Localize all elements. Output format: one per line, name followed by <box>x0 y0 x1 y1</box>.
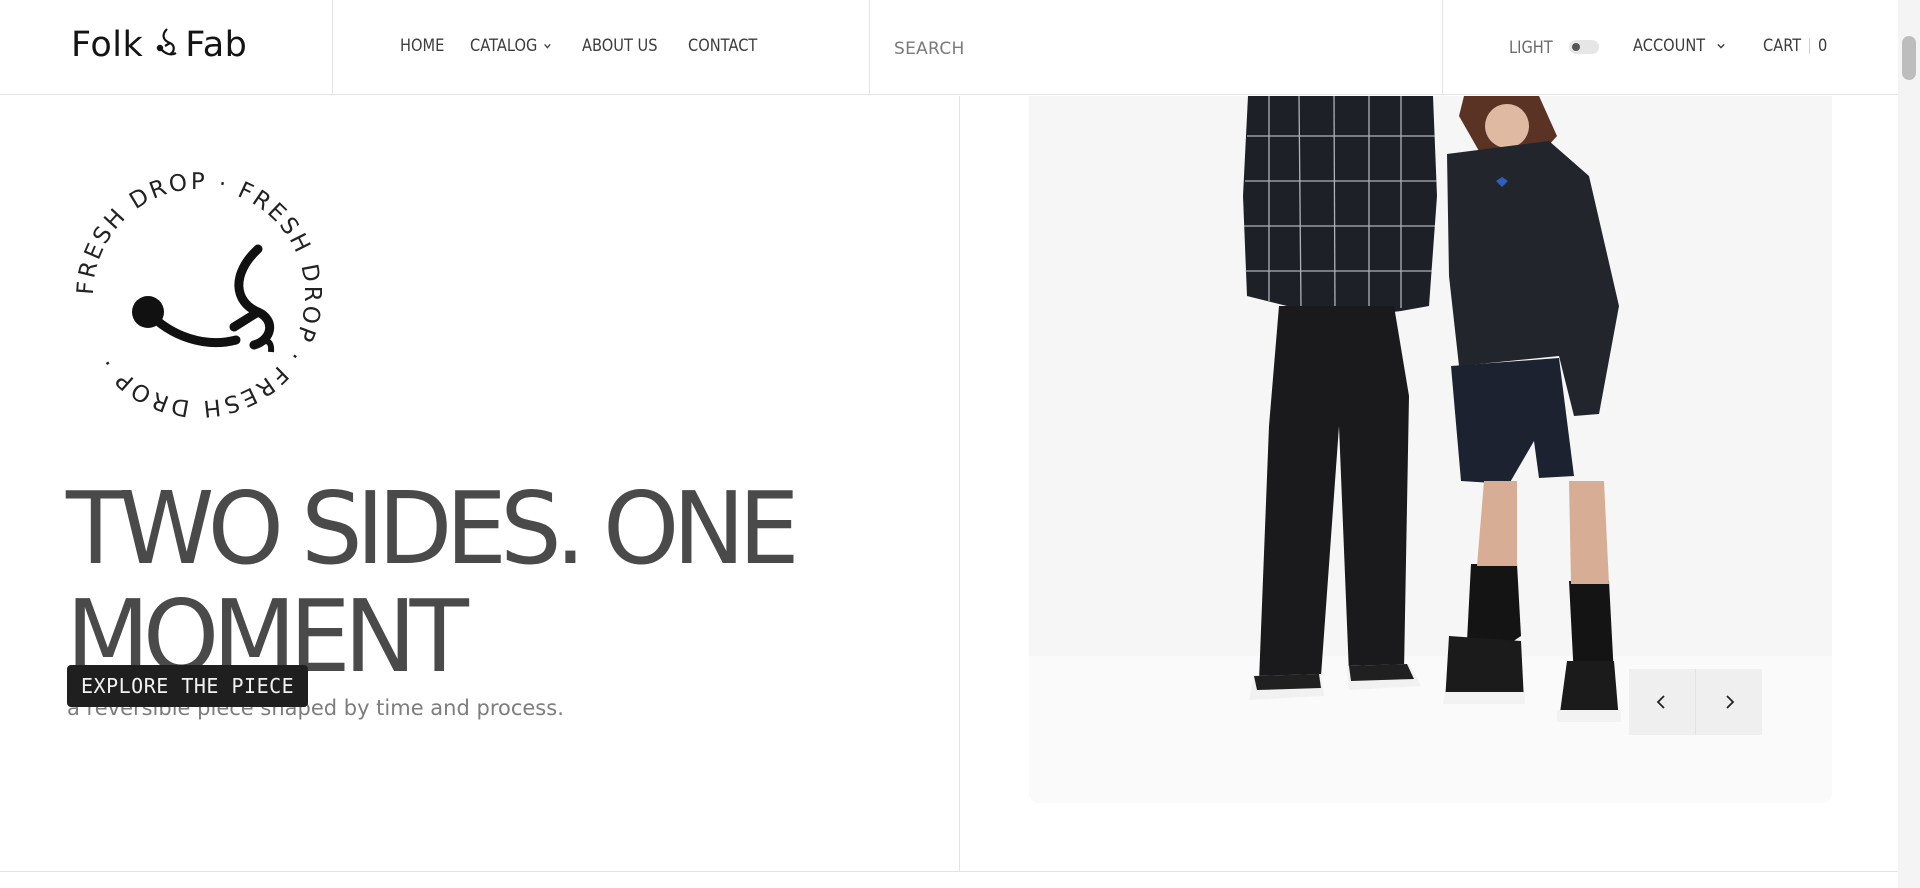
brand-logo[interactable]: Folk Fab <box>71 22 247 68</box>
nav-item-label: CONTACT <box>687 36 758 56</box>
theme-label: LIGHT <box>1509 38 1553 58</box>
nav-item-label: CATALOG <box>469 36 537 56</box>
logo-cell: Folk Fab <box>0 0 333 95</box>
chevron-down-icon <box>1717 43 1725 49</box>
main-nav: HOME CATALOG ABOUT US CONTACT <box>400 36 757 56</box>
chevron-left-icon <box>1656 695 1665 709</box>
page-scrollbar[interactable] <box>1898 0 1920 888</box>
badge-ring-text: FRESH DROP · FRESH DROP · FRESH DROP · <box>73 169 325 421</box>
hero-headline: TWO SIDES. ONE MOMENT <box>66 475 861 691</box>
account-label: ACCOUNT <box>1633 36 1706 56</box>
nav-item-home[interactable]: HOME <box>400 36 444 56</box>
main-nav-cell: HOME CATALOG ABOUT US CONTACT <box>333 0 870 95</box>
section-divider <box>0 871 1898 872</box>
nav-item-contact[interactable]: CONTACT <box>688 36 757 56</box>
site-header: Folk Fab HOME CATALOG ABOUT US CONTACT S… <box>0 0 1898 95</box>
brand-mark-icon <box>132 244 275 353</box>
scrollbar-thumb[interactable] <box>1902 36 1916 80</box>
chevron-right-icon <box>1726 695 1735 709</box>
fresh-drop-badge: FRESH DROP · FRESH DROP · FRESH DROP · <box>73 169 325 421</box>
brand-name-right: Fab <box>185 25 248 65</box>
cart-divider <box>1809 38 1811 54</box>
slider-prev-button[interactable] <box>1629 669 1696 735</box>
theme-toggle[interactable] <box>1569 40 1599 54</box>
account-menu[interactable]: ACCOUNT <box>1633 36 1725 56</box>
brand-name-left: Folk <box>71 25 144 65</box>
slider-controls <box>1629 669 1762 735</box>
explore-piece-button[interactable]: EXPLORE THE PIECE <box>67 665 309 707</box>
search-input[interactable] <box>892 28 1416 70</box>
hero-text-panel: FRESH DROP · FRESH DROP · FRESH DROP · T… <box>0 96 960 871</box>
slider-next-button[interactable] <box>1696 669 1762 735</box>
nav-item-label: ABOUT US <box>581 36 658 56</box>
headline-line-1: TWO SIDES. ONE <box>66 470 800 587</box>
nav-item-label: HOME <box>400 36 445 56</box>
nav-item-catalog[interactable]: CATALOG <box>470 36 551 56</box>
chevron-down-icon <box>544 43 551 49</box>
search-cell <box>870 0 1443 95</box>
toggle-knob <box>1572 43 1580 51</box>
nav-item-about-us[interactable]: ABOUT US <box>582 36 658 56</box>
brand-mark-icon <box>157 28 177 56</box>
header-tools: LIGHT ACCOUNT CART 0 <box>1509 36 1828 60</box>
cart-link[interactable]: CART 0 <box>1763 36 1829 56</box>
cart-count: 0 <box>1818 36 1828 56</box>
cart-label: CART <box>1763 36 1802 56</box>
